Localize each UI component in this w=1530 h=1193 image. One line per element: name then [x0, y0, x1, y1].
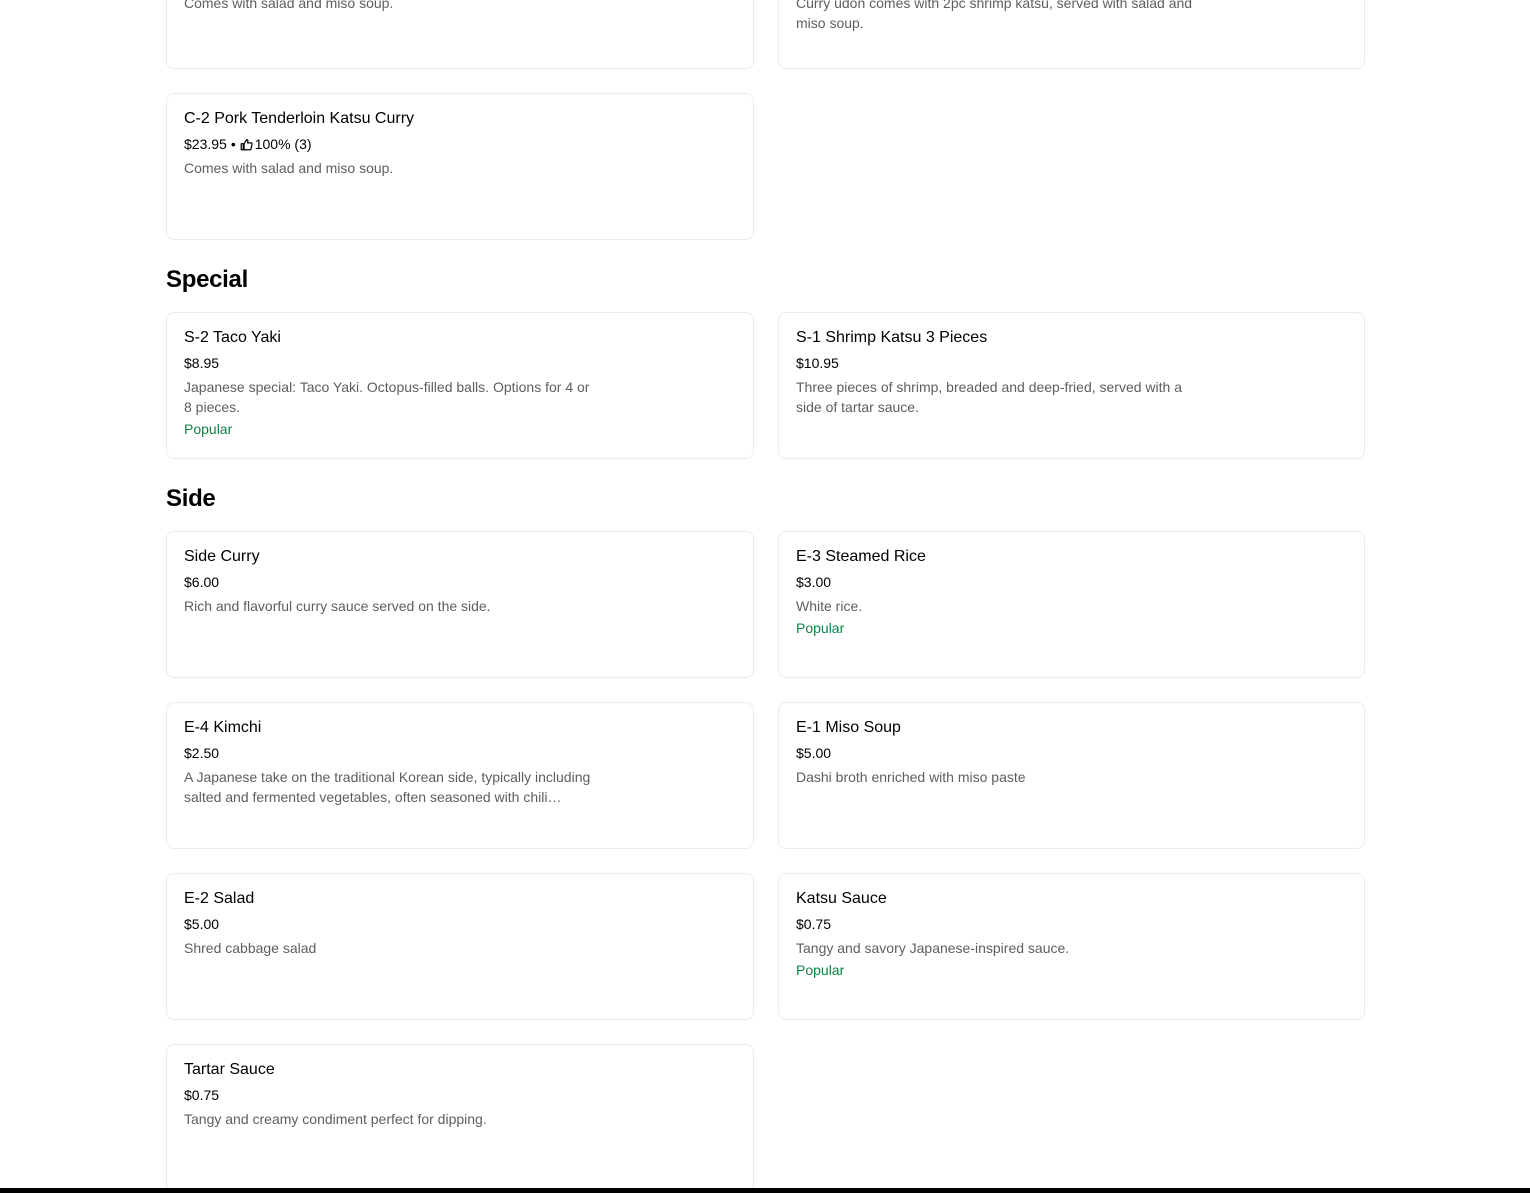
- item-meta: $23.95 • 100% (3): [184, 134, 593, 154]
- section-heading-special: Special: [166, 266, 248, 293]
- item-meta: $2.50: [184, 743, 593, 763]
- section-heading-side: Side: [166, 485, 216, 512]
- item-description: Dashi broth enriched with miso paste: [796, 769, 1026, 785]
- item-description: Comes with salad and miso soup.: [184, 160, 394, 176]
- menu-item-card[interactable]: E-1 Miso Soup $5.00 Dashi broth enriched…: [778, 702, 1365, 849]
- menu-item-card[interactable]: Side Curry $6.00 Rich and flavorful curr…: [166, 531, 754, 678]
- item-rating: 100% (3): [254, 136, 312, 152]
- item-price: $3.00: [796, 574, 832, 590]
- item-price: $5.00: [184, 916, 220, 932]
- popular-badge: Popular: [796, 620, 845, 636]
- menu-item-card-partial-right[interactable]: Curry udon comes with 2pc shrimp katsu, …: [778, 0, 1365, 69]
- item-description: White rice.: [796, 598, 863, 614]
- item-meta: $8.95: [184, 353, 593, 373]
- bottom-bar: [0, 1188, 1530, 1193]
- item-meta: $0.75: [184, 1085, 593, 1105]
- menu-item-card[interactable]: E-4 Kimchi $2.50 A Japanese take on the …: [166, 702, 754, 849]
- item-description: A Japanese take on the traditional Korea…: [184, 769, 591, 805]
- item-description: Tangy and savory Japanese-inspired sauce…: [796, 940, 1070, 956]
- item-meta: $0.75: [796, 914, 1204, 934]
- menu-item-card[interactable]: Katsu Sauce $0.75 Tangy and savory Japan…: [778, 873, 1365, 1020]
- item-price: $10.95: [796, 355, 839, 371]
- item-title: E-2 Salad: [184, 890, 255, 907]
- item-title: S-1 Shrimp Katsu 3 Pieces: [796, 329, 988, 346]
- item-title: C-2 Pork Tenderloin Katsu Curry: [184, 110, 415, 127]
- menu-item-card[interactable]: S-1 Shrimp Katsu 3 Pieces $10.95 Three p…: [778, 312, 1365, 459]
- item-title: E-3 Steamed Rice: [796, 548, 926, 565]
- item-description: Tangy and creamy condiment perfect for d…: [184, 1111, 487, 1127]
- item-title: Katsu Sauce: [796, 890, 887, 907]
- menu-item-card-partial-left[interactable]: Comes with salad and miso soup.: [166, 0, 754, 69]
- item-title: Side Curry: [184, 548, 260, 565]
- item-description: Curry udon comes with 2pc shrimp katsu, …: [796, 0, 1193, 31]
- menu-item-card[interactable]: E-3 Steamed Rice $3.00 White rice. Popul…: [778, 531, 1365, 678]
- item-meta: $10.95: [796, 353, 1204, 373]
- item-title: E-1 Miso Soup: [796, 719, 901, 736]
- menu-item-card[interactable]: Tartar Sauce $0.75 Tangy and creamy cond…: [166, 1044, 754, 1193]
- popular-badge: Popular: [184, 421, 233, 437]
- item-description: Shred cabbage salad: [184, 940, 317, 956]
- item-description: Japanese special: Taco Yaki. Octopus-fil…: [184, 379, 590, 415]
- item-title: E-4 Kimchi: [184, 719, 262, 736]
- menu-item-card[interactable]: S-2 Taco Yaki $8.95 Japanese special: Ta…: [166, 312, 754, 459]
- thumbs-up-icon: [240, 138, 253, 150]
- item-meta: $5.00: [796, 743, 1204, 763]
- item-price: $23.95: [184, 136, 227, 152]
- item-price: $0.75: [184, 1087, 220, 1103]
- item-description: Comes with salad and miso soup.: [184, 0, 394, 11]
- item-price: $0.75: [796, 916, 832, 932]
- meta-separator: •: [230, 136, 236, 152]
- item-description: Rich and flavorful curry sauce served on…: [184, 598, 491, 614]
- item-price: $6.00: [184, 574, 220, 590]
- item-title: Tartar Sauce: [184, 1061, 275, 1078]
- item-meta: $3.00: [796, 572, 1204, 592]
- item-price: $8.95: [184, 355, 220, 371]
- item-price: $2.50: [184, 745, 220, 761]
- item-title: S-2 Taco Yaki: [184, 329, 281, 346]
- popular-badge: Popular: [796, 962, 845, 978]
- menu-item-card[interactable]: C-2 Pork Tenderloin Katsu Curry $23.95 •…: [166, 93, 754, 240]
- item-meta: $6.00: [184, 572, 593, 592]
- item-description: Three pieces of shrimp, breaded and deep…: [796, 379, 1182, 415]
- menu-item-card[interactable]: E-2 Salad $5.00 Shred cabbage salad: [166, 873, 754, 1020]
- item-meta: $5.00: [184, 914, 593, 934]
- item-price: $5.00: [796, 745, 832, 761]
